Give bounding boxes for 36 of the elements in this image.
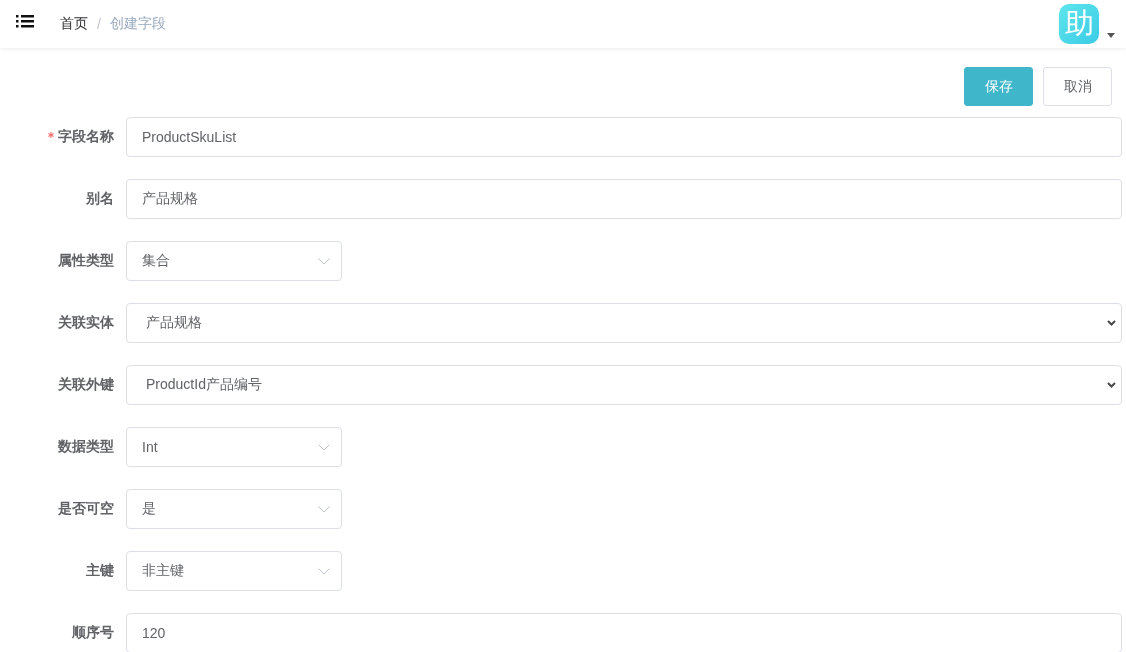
selected-value: 是 bbox=[142, 500, 156, 518]
text-input[interactable]: ProductSkuList bbox=[126, 117, 1122, 157]
field-label: 顺序号 bbox=[72, 624, 114, 642]
selected-value: 产品规格 bbox=[146, 314, 202, 332]
dropdown-select[interactable]: Int bbox=[126, 427, 342, 467]
dropdown-select[interactable]: 是 bbox=[126, 489, 342, 529]
breadcrumb-separator: / bbox=[97, 16, 101, 32]
selected-value: ProductId产品编号 bbox=[146, 376, 262, 394]
breadcrumb-link[interactable]: 首页 bbox=[60, 15, 88, 33]
selected-value: Int bbox=[142, 439, 158, 455]
chevron-down-icon bbox=[318, 257, 330, 265]
chevron-down-icon bbox=[1107, 382, 1116, 388]
select-field[interactable]: ProductId产品编号 bbox=[126, 365, 1122, 405]
menu-icon[interactable] bbox=[16, 15, 34, 28]
field-label: 数据类型 bbox=[58, 438, 114, 456]
dropdown-select[interactable]: 非主键 bbox=[126, 551, 342, 591]
chevron-down-icon bbox=[318, 505, 330, 513]
field-label: 字段名称 bbox=[58, 128, 114, 146]
field-label: 关联外键 bbox=[58, 376, 114, 394]
dropdown-select[interactable]: 集合 bbox=[126, 241, 342, 281]
chevron-down-icon bbox=[318, 443, 330, 451]
selected-value: 非主键 bbox=[142, 562, 184, 580]
caret-down-icon[interactable] bbox=[1107, 33, 1115, 38]
field-label: 主键 bbox=[86, 562, 114, 580]
selected-value: 集合 bbox=[142, 252, 170, 270]
field-label: 属性类型 bbox=[58, 252, 114, 270]
field-label: 关联实体 bbox=[58, 314, 114, 332]
chevron-down-icon bbox=[318, 567, 330, 575]
text-input[interactable]: 120 bbox=[126, 613, 1122, 652]
text-input[interactable]: 产品规格 bbox=[126, 179, 1122, 219]
select-field[interactable]: 产品规格 bbox=[126, 303, 1122, 343]
cancel-button[interactable]: 取消 bbox=[1043, 67, 1112, 106]
field-label: 是否可空 bbox=[58, 500, 114, 518]
field-label: 别名 bbox=[86, 190, 114, 208]
breadcrumb-current: 创建字段 bbox=[109, 15, 166, 33]
chevron-down-icon bbox=[1107, 320, 1116, 326]
